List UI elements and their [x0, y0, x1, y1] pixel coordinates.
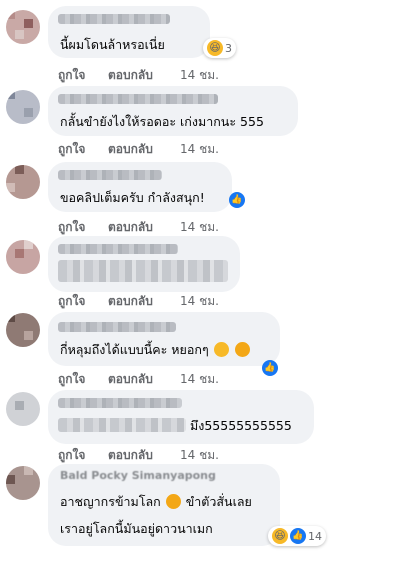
comment-text: กลั้นขำยังไงให้รอดอะ เก่งมากนะ 555	[60, 114, 264, 129]
comment-time: 14 ชม.	[180, 294, 219, 308]
comment-bubble	[48, 236, 240, 292]
comment-text-content: กี่หลุมถึงได้แบบนี้คะ หยอกๆ	[60, 342, 209, 357]
blurred-author-name	[58, 244, 178, 254]
comment-text: นี้ผมโดนล้าหรอเนี่ย	[60, 37, 165, 52]
like-button[interactable]: ถูกใจ	[58, 370, 85, 389]
comment-time: 14 ชม.	[180, 68, 219, 82]
avatar[interactable]	[6, 165, 40, 199]
comment-author[interactable]: Bald Pocky Simanyapong	[60, 468, 216, 484]
reaction-count: 14	[308, 529, 322, 543]
reply-button[interactable]: ตอบกลับ	[108, 140, 153, 159]
reaction-summary[interactable]: 😆 3	[203, 38, 236, 58]
reaction-count: 3	[225, 41, 232, 55]
blurred-author-name	[58, 94, 218, 104]
haha-reaction-icon: 😆	[207, 40, 223, 56]
rofl-emoji-icon	[234, 342, 250, 357]
like-reaction-icon[interactable]: 👍	[262, 360, 278, 376]
comment-bubble: กลั้นขำยังไงให้รอดอะ เก่งมากนะ 555	[48, 86, 298, 136]
reply-button[interactable]: ตอบกลับ	[108, 218, 153, 237]
avatar[interactable]	[6, 10, 40, 44]
comment-time: 14 ชม.	[180, 142, 219, 156]
blurred-comment-prefix	[58, 418, 186, 432]
haha-reaction-icon: 😆	[272, 528, 288, 544]
comment-bubble: Bald Pocky Simanyapong อาชญากรข้ามโลก ขำ…	[48, 464, 280, 546]
reply-button[interactable]: ตอบกลับ	[108, 370, 153, 389]
like-reaction-icon[interactable]: 👍	[229, 192, 245, 208]
comment-bubble: ขอคลิปเต็มครับ กำลังสนุก!	[48, 162, 232, 212]
avatar[interactable]	[6, 240, 40, 274]
avatar[interactable]	[6, 392, 40, 426]
comment-text: กี่หลุมถึงได้แบบนี้คะ หยอกๆ	[60, 342, 251, 358]
comment-time: 14 ชม.	[180, 220, 219, 234]
reply-button[interactable]: ตอบกลับ	[108, 292, 153, 311]
comment-text: มึง55555555555	[190, 418, 292, 433]
like-button[interactable]: ถูกใจ	[58, 292, 85, 311]
avatar[interactable]	[6, 90, 40, 124]
blurred-author-name	[58, 170, 162, 180]
avatar[interactable]	[6, 313, 40, 347]
reply-button[interactable]: ตอบกลับ	[108, 66, 153, 85]
haha-emoji-icon	[213, 342, 229, 357]
comment-bubble: กี่หลุมถึงได้แบบนี้คะ หยอกๆ	[48, 312, 280, 366]
comment-text-line-1: อาชญากรข้ามโลก ขำตัวสั่นเลย	[60, 494, 252, 509]
rofl-emoji-icon	[165, 494, 181, 509]
like-button[interactable]: ถูกใจ	[58, 66, 85, 85]
comment-time: 14 ชม.	[180, 448, 219, 462]
like-reaction-icon: 👍	[290, 528, 306, 544]
reply-button[interactable]: ตอบกลับ	[108, 446, 153, 465]
blurred-author-name	[58, 322, 176, 332]
blurred-comment-text	[58, 260, 228, 282]
reaction-summary[interactable]: 😆 👍 14	[268, 526, 326, 546]
like-button[interactable]: ถูกใจ	[58, 446, 85, 465]
comment-bubble: มึง55555555555	[48, 390, 314, 444]
blurred-author-name	[58, 398, 182, 408]
comment-bubble: นี้ผมโดนล้าหรอเนี่ย	[48, 6, 210, 58]
blurred-author-name	[58, 14, 170, 24]
comment-text: ขอคลิปเต็มครับ กำลังสนุก!	[60, 190, 205, 205]
like-button[interactable]: ถูกใจ	[58, 218, 85, 237]
avatar[interactable]	[6, 466, 40, 500]
comment-time: 14 ชม.	[180, 372, 219, 386]
comment-text-line-2: เราอยู่โลกนี้มันอยู่ดาวนาเมก	[60, 521, 213, 536]
like-button[interactable]: ถูกใจ	[58, 140, 85, 159]
